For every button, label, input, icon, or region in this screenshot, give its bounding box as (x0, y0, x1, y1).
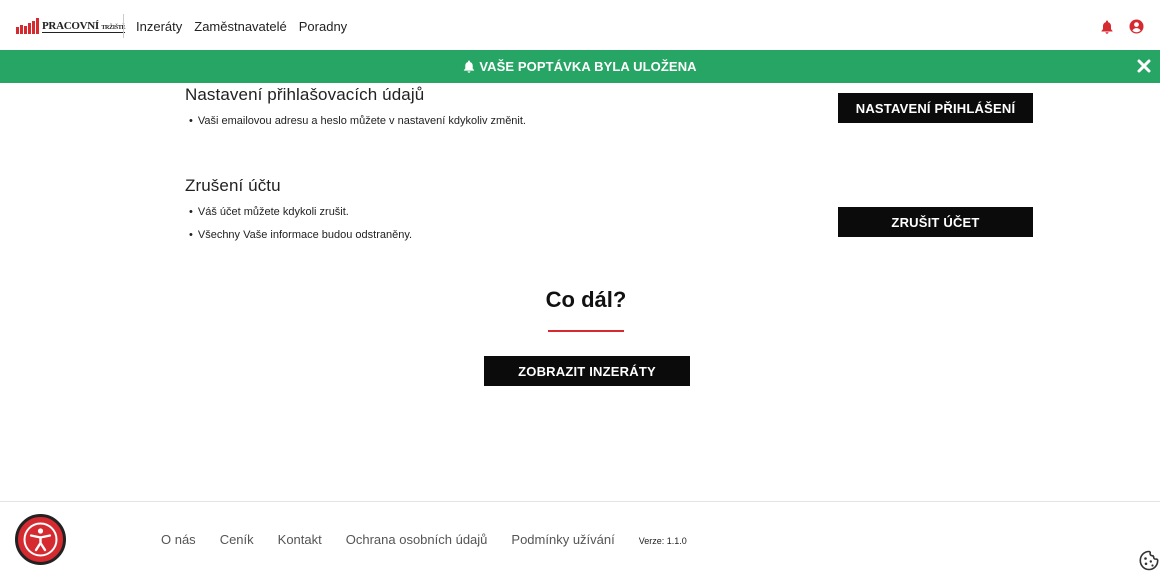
bell-icon (464, 60, 475, 73)
banner-text: VAŠE POPTÁVKA BYLA ULOŽENA (479, 59, 697, 74)
footer-links: O nás Ceník Kontakt Ochrana osobních úda… (161, 532, 687, 547)
show-ads-button[interactable]: ZOBRAZIT INZERÁTY (484, 356, 690, 386)
footer-link-privacy[interactable]: Ochrana osobních údajů (346, 532, 488, 547)
logo-text: PRACOVNÍ TRŽIŠTĚ (42, 19, 126, 33)
footer-link-terms[interactable]: Podmínky užívání (511, 532, 614, 547)
main-nav: Inzeráty Zaměstnavatelé Poradny (136, 19, 347, 34)
login-settings-button[interactable]: NASTAVENÍ PŘIHLÁŠENÍ (838, 93, 1033, 123)
top-header: PRACOVNÍ TRŽIŠTĚ Inzeráty Zaměstnavatelé… (0, 0, 1160, 50)
user-circle-icon[interactable] (1129, 19, 1144, 39)
footer-divider (0, 501, 1160, 502)
title-underline (548, 330, 624, 332)
list-item: Váš účet můžete kdykoli zrušit. (189, 206, 412, 218)
cancel-account-button[interactable]: ZRUŠIT ÚČET (838, 207, 1033, 237)
nav-inzeraty[interactable]: Inzeráty (136, 19, 182, 34)
logo-figures (16, 18, 39, 34)
header-icons (1101, 19, 1144, 39)
site-logo[interactable]: PRACOVNÍ TRŽIŠTĚ (16, 17, 126, 35)
version-label: Verze: 1.1.0 (638, 536, 687, 546)
accessibility-icon[interactable] (15, 514, 66, 565)
login-settings-title: Nastavení přihlašovacích údajů (185, 85, 425, 104)
header-divider (123, 14, 124, 38)
next-title: Co dál? (545, 287, 627, 312)
footer-link-contact[interactable]: Kontakt (278, 532, 322, 547)
cookie-icon[interactable] (1138, 550, 1160, 571)
list-item: Všechny Vaše informace budou odstraněny. (189, 229, 412, 241)
banner-message: VAŠE POPTÁVKA BYLA ULOŽENA (0, 59, 1160, 74)
bell-icon[interactable] (1101, 20, 1113, 39)
close-icon[interactable] (1134, 56, 1154, 76)
nav-zamestnavatele[interactable]: Zaměstnavatelé (194, 19, 287, 34)
footer-link-about[interactable]: O nás (161, 532, 196, 547)
list-item: Vaši emailovou adresu a heslo můžete v n… (189, 115, 526, 127)
nav-poradny[interactable]: Poradny (299, 19, 347, 34)
cancel-account-bullets: Váš účet můžete kdykoli zrušit. Všechny … (189, 206, 412, 252)
login-settings-bullets: Vaši emailovou adresu a heslo můžete v n… (189, 115, 526, 138)
cancel-account-title: Zrušení účtu (185, 176, 281, 195)
footer-link-pricing[interactable]: Ceník (220, 532, 254, 547)
success-banner: VAŠE POPTÁVKA BYLA ULOŽENA (0, 50, 1160, 83)
